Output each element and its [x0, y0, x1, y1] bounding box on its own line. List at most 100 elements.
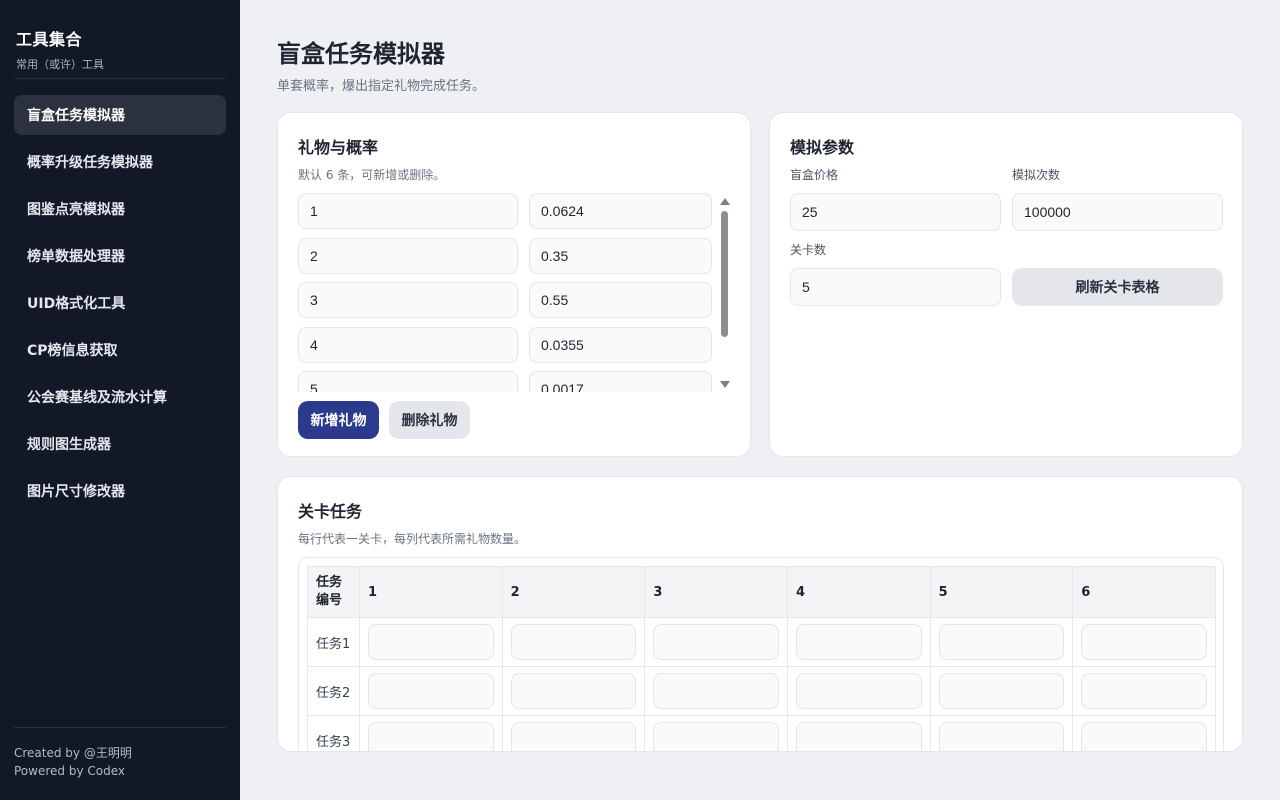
gift-row: 2 0.35: [298, 238, 712, 274]
scroll-up-arrow-icon[interactable]: [720, 198, 730, 205]
brand: 工具集合 常用（或许）工具: [16, 26, 104, 72]
delete-gift-button[interactable]: 删除礼物: [389, 401, 470, 439]
runs-input[interactable]: 100000: [1012, 193, 1223, 231]
table-row: 任务3: [307, 715, 1216, 751]
gift-quantity-input[interactable]: [1081, 624, 1207, 660]
gift-name-input[interactable]: 4: [298, 327, 518, 363]
params-card: 模拟参数 盲盒价格 25 模拟次数 100000 关卡数 5 刷新关卡表格: [769, 112, 1243, 457]
created-by: Created by @王明明: [14, 746, 132, 760]
levels-card: 关卡任务 每行代表一关卡，每列代表所需礼物数量。 任务 编号 1 2 3 4 5…: [277, 476, 1243, 752]
gift-quantity-input[interactable]: [368, 624, 494, 660]
table-row: 任务2: [307, 666, 1216, 716]
sidebar-item-uid-formatter[interactable]: UID格式化工具: [14, 283, 226, 323]
gift-quantity-input[interactable]: [938, 673, 1065, 709]
refresh-levels-button[interactable]: 刷新关卡表格: [1012, 268, 1223, 306]
table-header-row: 任务 编号 1 2 3 4 5 6: [307, 566, 1216, 618]
gift-quantity-input[interactable]: [368, 722, 494, 751]
gift-quantity-input[interactable]: [653, 673, 779, 709]
sidebar-item-leaderboard-processor[interactable]: 榜单数据处理器: [14, 236, 226, 276]
table-cell: [359, 715, 503, 751]
gift-list: 1 0.0624 2 0.35 3 0.55 4 0.0355 5 0.0017: [298, 193, 712, 392]
table-cell: [1072, 715, 1216, 751]
gift-card: 礼物与概率 默认 6 条，可新增或删除。 1 0.0624 2 0.35 3 0…: [277, 112, 751, 457]
gift-row: 1 0.0624: [298, 193, 712, 229]
gift-quantity-input[interactable]: [1081, 673, 1207, 709]
table-cell: [786, 617, 931, 667]
scroll-down-arrow-icon[interactable]: [720, 381, 730, 388]
table-cell: [644, 666, 788, 716]
table-cell: [644, 715, 788, 751]
gift-list-scrollbar[interactable]: [718, 193, 730, 392]
sidebar-divider: [14, 78, 226, 79]
table-cell: [786, 666, 931, 716]
gift-column-header: 3: [644, 566, 788, 618]
sidebar-footer: Created by @王明明 Powered by Codex: [14, 744, 132, 780]
gift-quantity-input[interactable]: [938, 722, 1065, 751]
table-cell: [501, 617, 646, 667]
sidebar-item-rule-image-generator[interactable]: 规则图生成器: [14, 424, 226, 464]
gift-quantity-input[interactable]: [653, 722, 779, 751]
gift-name-input[interactable]: 2: [298, 238, 518, 274]
gift-column-header: 1: [359, 566, 503, 618]
table-row: 任务1: [307, 617, 1216, 667]
sidebar-item-cp-leaderboard[interactable]: CP榜信息获取: [14, 330, 226, 370]
task-id-header-line: 编号: [316, 593, 343, 608]
sidebar-item-collection-simulator[interactable]: 图鉴点亮模拟器: [14, 189, 226, 229]
gift-probability-input[interactable]: 0.0017: [529, 371, 712, 392]
gift-quantity-input[interactable]: [795, 722, 922, 751]
gift-quantity-input[interactable]: [795, 673, 922, 709]
gift-card-title: 礼物与概率: [298, 138, 379, 157]
table-cell: [501, 715, 646, 751]
gift-name-input[interactable]: 1: [298, 193, 518, 229]
table-cell: [359, 617, 503, 667]
gift-probability-input[interactable]: 0.0355: [529, 327, 712, 363]
gift-quantity-input[interactable]: [938, 624, 1065, 660]
powered-by: Powered by Codex: [14, 764, 125, 778]
table-cell: [929, 666, 1074, 716]
gift-quantity-input[interactable]: [510, 673, 637, 709]
gift-quantity-input[interactable]: [653, 624, 779, 660]
gift-probability-input[interactable]: 0.55: [529, 282, 712, 318]
sidebar: 工具集合 常用（或许）工具 盲盒任务模拟器 概率升级任务模拟器 图鉴点亮模拟器 …: [0, 0, 240, 800]
gift-name-input[interactable]: 3: [298, 282, 518, 318]
gift-quantity-input[interactable]: [510, 624, 637, 660]
gift-name-input[interactable]: 5: [298, 371, 518, 392]
table-cell: [359, 666, 503, 716]
gift-column-header: 5: [929, 566, 1074, 618]
table-cell: [929, 617, 1074, 667]
scrollbar-thumb[interactable]: [721, 211, 728, 337]
sidebar-item-image-resizer[interactable]: 图片尺寸修改器: [14, 471, 226, 511]
levels-card-hint: 每行代表一关卡，每列代表所需礼物数量。: [298, 532, 527, 546]
gift-column-header: 4: [786, 566, 931, 618]
price-input[interactable]: 25: [790, 193, 1001, 231]
sidebar-footer-divider: [14, 727, 226, 728]
table-cell: [929, 715, 1074, 751]
levels-card-title: 关卡任务: [298, 502, 363, 521]
brand-subtitle: 常用（或许）工具: [16, 58, 104, 71]
task-id-cell: 任务1: [307, 617, 360, 667]
price-label: 盲盒价格: [790, 168, 839, 182]
gift-quantity-input[interactable]: [1081, 722, 1207, 751]
table-cell: [1072, 617, 1216, 667]
levels-count-input[interactable]: 5: [790, 268, 1001, 306]
sidebar-item-probability-upgrade-simulator[interactable]: 概率升级任务模拟器: [14, 142, 226, 182]
task-id-header: 任务 编号: [307, 566, 360, 618]
gift-quantity-input[interactable]: [368, 673, 494, 709]
sidebar-item-blind-box-simulator[interactable]: 盲盒任务模拟器: [14, 95, 226, 135]
gift-quantity-input[interactable]: [795, 624, 922, 660]
page-title: 盲盒任务模拟器: [277, 40, 445, 68]
gift-row: 4 0.0355: [298, 327, 712, 363]
brand-title: 工具集合: [16, 30, 83, 49]
gift-probability-input[interactable]: 0.0624: [529, 193, 712, 229]
table-cell: [786, 715, 931, 751]
gift-column-header: 2: [501, 566, 646, 618]
add-gift-button[interactable]: 新增礼物: [298, 401, 379, 439]
gift-probability-input[interactable]: 0.35: [529, 238, 712, 274]
table-cell: [644, 617, 788, 667]
gift-quantity-input[interactable]: [510, 722, 637, 751]
levels-table-container: 任务 编号 1 2 3 4 5 6 任务1 任务2 任务3: [298, 557, 1224, 751]
table-cell: [501, 666, 646, 716]
sidebar-item-guild-baseline[interactable]: 公会赛基线及流水计算: [14, 377, 226, 417]
runs-label: 模拟次数: [1012, 168, 1061, 182]
levels-count-label: 关卡数: [790, 243, 827, 257]
